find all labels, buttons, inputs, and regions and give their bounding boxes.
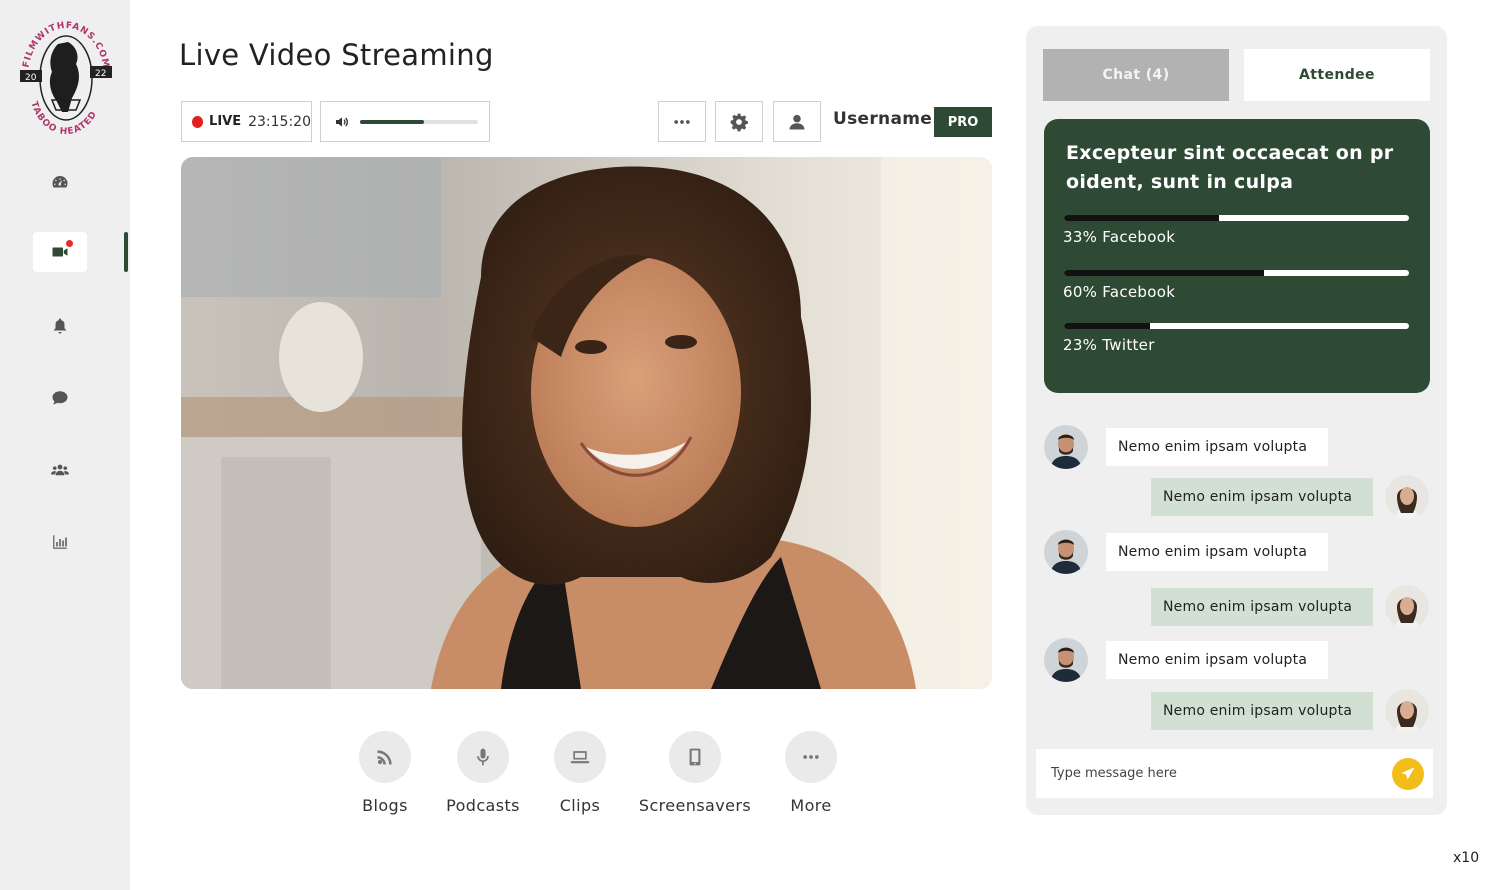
send-button[interactable]	[1392, 758, 1424, 790]
media-more-label: More	[790, 796, 832, 815]
microphone-icon	[477, 748, 489, 766]
bell-icon	[54, 318, 66, 334]
poll-option-label: 60% Facebook	[1063, 283, 1176, 301]
notification-dot	[66, 240, 73, 247]
phone-icon	[689, 748, 701, 766]
volume-slider[interactable]	[360, 119, 478, 124]
page-title: Live Video Streaming	[179, 38, 494, 72]
more-options-button[interactable]	[658, 101, 706, 142]
logo-year-left: 20	[25, 73, 37, 83]
message-composer	[1036, 749, 1433, 798]
poll-option-bar[interactable]	[1064, 270, 1409, 276]
poll-option-bar[interactable]	[1064, 215, 1409, 221]
avatar[interactable]	[1044, 638, 1088, 682]
gauge-icon	[52, 176, 68, 188]
poll-option-bar[interactable]	[1064, 323, 1409, 329]
user-icon	[789, 114, 805, 129]
media-clips-label: Clips	[559, 796, 601, 815]
volume-control[interactable]	[320, 101, 490, 142]
live-dot	[192, 115, 204, 128]
sidebar-item-live-video[interactable]	[33, 232, 87, 272]
avatar[interactable]	[1385, 689, 1429, 733]
users-group-icon	[51, 464, 69, 476]
chat-bubble-icon	[52, 391, 68, 405]
video-frame-image	[181, 157, 992, 689]
chat-panel: Chat (4) Attendee Excepteur sint occaeca…	[1026, 26, 1447, 815]
video-stream[interactable]	[181, 157, 992, 689]
send-icon	[1401, 767, 1415, 780]
blog-feed-icon	[377, 750, 392, 765]
sidebar-item-dashboard[interactable]	[33, 162, 87, 202]
tab-chat[interactable]: Chat (4)	[1043, 49, 1229, 101]
bar-chart-icon	[53, 535, 67, 549]
volume-slider-fill	[360, 119, 424, 124]
chat-message-incoming: Nemo enim ipsam volupta	[1106, 641, 1328, 679]
chat-message-incoming: Nemo enim ipsam volupta	[1106, 533, 1328, 571]
sidebar-item-messages[interactable]	[33, 378, 87, 418]
live-timer: 23:15:20	[248, 113, 311, 130]
username[interactable]: Username	[833, 109, 932, 129]
sidebar: FILMWITHFANS.COM TABOO HEATED 20 22	[0, 0, 130, 890]
poll-option-bar-fill	[1064, 270, 1265, 276]
avatar[interactable]	[1385, 585, 1429, 629]
avatar[interactable]	[1044, 530, 1088, 574]
more-dots-icon	[803, 755, 819, 759]
brand-logo[interactable]: FILMWITHFANS.COM TABOO HEATED 20 22	[18, 14, 114, 138]
live-indicator: LIVE 23:15:20	[181, 101, 312, 142]
settings-button[interactable]	[715, 101, 763, 142]
media-clips-button[interactable]: Clips	[520, 731, 640, 815]
poll-option-bar-fill	[1064, 215, 1220, 221]
ellipsis-icon	[674, 119, 690, 124]
avatar[interactable]	[1044, 425, 1088, 469]
profile-button[interactable]	[773, 101, 821, 142]
pro-badge: PRO	[934, 107, 992, 137]
live-label: LIVE	[209, 114, 242, 129]
avatar[interactable]	[1385, 475, 1429, 519]
media-more-button[interactable]: More	[751, 731, 871, 815]
poll-option-label: 33% Facebook	[1063, 228, 1176, 246]
sidebar-item-notifications[interactable]	[33, 306, 87, 346]
sidebar-item-analytics[interactable]	[33, 522, 87, 562]
laptop-icon	[570, 751, 590, 764]
poll-option-bar-fill	[1064, 323, 1151, 329]
sidebar-item-users[interactable]	[33, 450, 87, 490]
poll-question: Excepteur sint occaecat on pr oident, su…	[1066, 142, 1394, 193]
chat-message-outgoing: Nemo enim ipsam volupta	[1151, 588, 1373, 626]
media-screensavers-label: Screensavers	[638, 796, 752, 815]
zoom-level: x10	[1453, 850, 1480, 866]
media-screensavers-button[interactable]: Screensavers	[635, 731, 755, 815]
message-input[interactable]	[1051, 766, 1371, 781]
active-indicator	[124, 232, 128, 272]
gear-icon	[730, 113, 748, 131]
logo-year-right: 22	[95, 69, 106, 79]
poll-card: Excepteur sint occaecat on pr oident, su…	[1044, 119, 1430, 393]
chat-message-outgoing: Nemo enim ipsam volupta	[1151, 478, 1373, 516]
chat-message-incoming: Nemo enim ipsam volupta	[1106, 428, 1328, 466]
chat-message-outgoing: Nemo enim ipsam volupta	[1151, 692, 1373, 730]
tab-attendee[interactable]: Attendee	[1244, 49, 1430, 101]
speaker-icon	[336, 116, 348, 127]
poll-option-label: 23% Twitter	[1063, 336, 1155, 354]
